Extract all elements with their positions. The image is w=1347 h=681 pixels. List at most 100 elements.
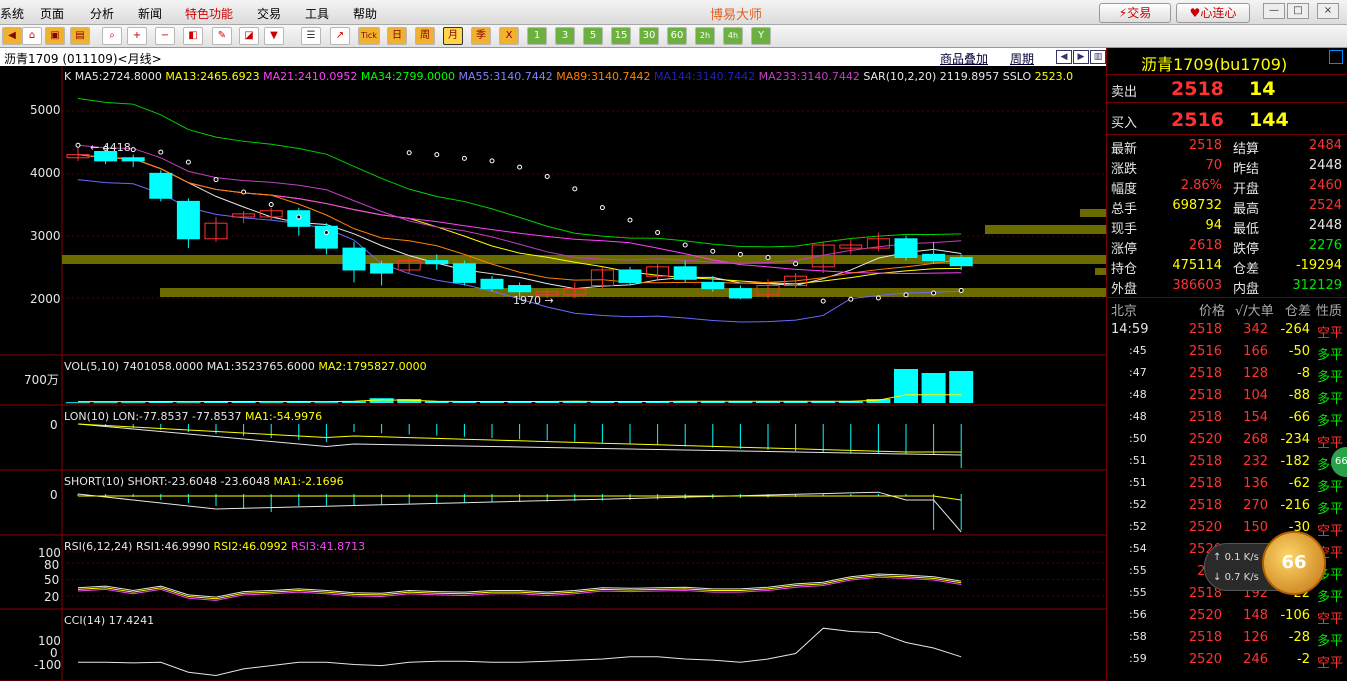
tick-nature: 空平	[1317, 326, 1344, 341]
close-button[interactable]: ×	[1317, 3, 1339, 19]
period-30m-button[interactable]: 30	[639, 27, 659, 45]
tick-diff: -66	[1288, 410, 1310, 425]
period-tick-button[interactable]: Tick	[358, 27, 380, 45]
eraser-icon[interactable]: ◪	[239, 27, 259, 45]
tick-row: :51 2518 232 -182 多平	[1107, 452, 1347, 474]
menu-tools[interactable]: 工具	[305, 5, 329, 22]
tick-price: 2518	[1188, 366, 1222, 381]
accelerator-ball-icon[interactable]: 66	[1262, 531, 1326, 595]
period-4h-button[interactable]: 4h	[723, 27, 743, 45]
menu-special[interactable]: 特色功能	[185, 5, 233, 22]
overlay-link[interactable]: 商品叠加	[940, 50, 988, 67]
period-5m-button[interactable]: 5	[583, 27, 603, 45]
quote-field-row: 现手 94 最低 2448	[1107, 216, 1347, 237]
period-day-button[interactable]: 日	[387, 27, 407, 45]
menu-analysis[interactable]: 分析	[90, 5, 114, 22]
field-label: 外盘	[1111, 282, 1138, 297]
period-year-button[interactable]: Y	[751, 27, 771, 45]
tick-price: 2518	[1188, 388, 1222, 403]
high-annotation: ← 4418	[90, 141, 131, 154]
lon-panel-title: LON(10) LON:-77.8537 -77.8537 MA1:-54.99…	[64, 410, 323, 423]
period-15m-button[interactable]: 15	[611, 27, 631, 45]
tick-diff: -264	[1280, 322, 1310, 337]
candle-body	[121, 157, 145, 162]
period-link[interactable]: 周期	[1010, 50, 1034, 67]
sar-dot	[130, 147, 136, 153]
period-2h-button[interactable]: 2h	[695, 27, 715, 45]
lon-tick: 0	[50, 418, 58, 432]
menu-system[interactable]: 系统	[0, 5, 24, 22]
menu-news[interactable]: 新闻	[138, 5, 162, 22]
field-label: 总手	[1111, 202, 1138, 217]
tick-time: :52	[1129, 498, 1147, 511]
menu-page[interactable]: 页面	[40, 5, 64, 22]
period-60m-button[interactable]: 60	[667, 27, 687, 45]
volume-bar	[590, 401, 615, 403]
back-icon[interactable]: ◀	[2, 27, 22, 45]
buy-row: 买入 2516 144	[1111, 109, 1289, 131]
volume-bar	[176, 402, 201, 404]
tick-price: 2520	[1188, 608, 1222, 623]
zoom-out-icon[interactable]: −	[155, 27, 175, 45]
line-chart-icon[interactable]: ↗	[330, 27, 350, 45]
period-3m-button[interactable]: 3	[555, 27, 575, 45]
tick-volume: 154	[1243, 410, 1268, 425]
tick-time: :47	[1129, 366, 1147, 379]
search-icon[interactable]: ⌕	[102, 27, 122, 45]
field-value: 2448	[1308, 158, 1342, 173]
sar-dot	[323, 230, 329, 236]
sar-dot	[793, 261, 799, 267]
menu-help[interactable]: 帮助	[353, 5, 377, 22]
period-month-button[interactable]: 月	[443, 27, 463, 45]
field-value: 2460	[1308, 178, 1342, 193]
volume-bar	[314, 402, 339, 404]
scroll-right-icon[interactable]: ▶	[1073, 50, 1089, 64]
ma-legend-item: MA89:3140.7442	[556, 70, 654, 83]
layout-toggle-icon[interactable]: ▥	[1090, 50, 1106, 64]
volume-bar	[452, 401, 477, 403]
funnel-icon[interactable]: ▼	[264, 27, 284, 45]
scroll-left-icon[interactable]: ◀	[1056, 50, 1072, 64]
ma-legend-item: SAR(10,2,20)	[863, 70, 940, 83]
home-icon[interactable]: ⌂	[22, 27, 42, 45]
quote-field-row: 幅度 2.86% 开盘 2460	[1107, 176, 1347, 197]
zoom-in-icon[interactable]: +	[127, 27, 147, 45]
ma-legend-item: MA233:3140.7442	[758, 70, 864, 83]
price-tick-3000: 3000	[30, 229, 61, 243]
sar-dot	[627, 217, 633, 223]
list-icon[interactable]: ☰	[301, 27, 321, 45]
draw-pen-icon[interactable]: ✎	[212, 27, 232, 45]
ma-legend-item: 2523.0	[1034, 70, 1074, 83]
volume-bar	[507, 401, 532, 403]
period-1m-button[interactable]: 1	[527, 27, 547, 45]
sar-dot	[213, 177, 219, 183]
network-speed-widget[interactable]: ↑ 0.1 K/s ↓ 0.7 K/s 66	[1204, 531, 1342, 595]
rsi-tick-80: 80	[44, 558, 60, 572]
support-band	[1095, 268, 1106, 275]
trade-button[interactable]: ⚡交易	[1099, 3, 1171, 23]
sar-dot	[268, 202, 274, 207]
report-icon[interactable]: ▤	[70, 27, 90, 45]
quote-field-row: 总手 698732 最高 2524	[1107, 196, 1347, 217]
divider	[1107, 102, 1347, 103]
layers-icon[interactable]: ◧	[183, 27, 203, 45]
maximize-button[interactable]: □	[1287, 3, 1309, 19]
candle-body	[342, 247, 366, 271]
field-label: 仓差	[1233, 262, 1260, 277]
tick-nature: 多平	[1317, 502, 1344, 517]
ma-legend-item: MA144:3140.7442	[653, 70, 759, 83]
tick-nature: 多平	[1317, 480, 1344, 495]
period-custom-button[interactable]: X	[499, 27, 519, 45]
panel-close-icon[interactable]	[1329, 50, 1343, 64]
quote-field-row: 最新 2518 结算 2484	[1107, 136, 1347, 157]
minimize-button[interactable]: —	[1263, 3, 1285, 19]
period-week-button[interactable]: 周	[415, 27, 435, 45]
menu-trade[interactable]: 交易	[257, 5, 281, 22]
connect-button[interactable]: ♥心连心	[1176, 3, 1250, 23]
period-quarter-button[interactable]: 季	[471, 27, 491, 45]
chart-svg	[0, 66, 1106, 681]
folder-icon[interactable]: ▣	[45, 27, 65, 45]
tick-price: 2520	[1188, 520, 1222, 535]
chart-area[interactable]: 沥青1709 (011109)<月线> 商品叠加 周期 ◀ ▶ ▥ K MA5:…	[0, 48, 1106, 681]
tick-time: :51	[1129, 476, 1147, 489]
